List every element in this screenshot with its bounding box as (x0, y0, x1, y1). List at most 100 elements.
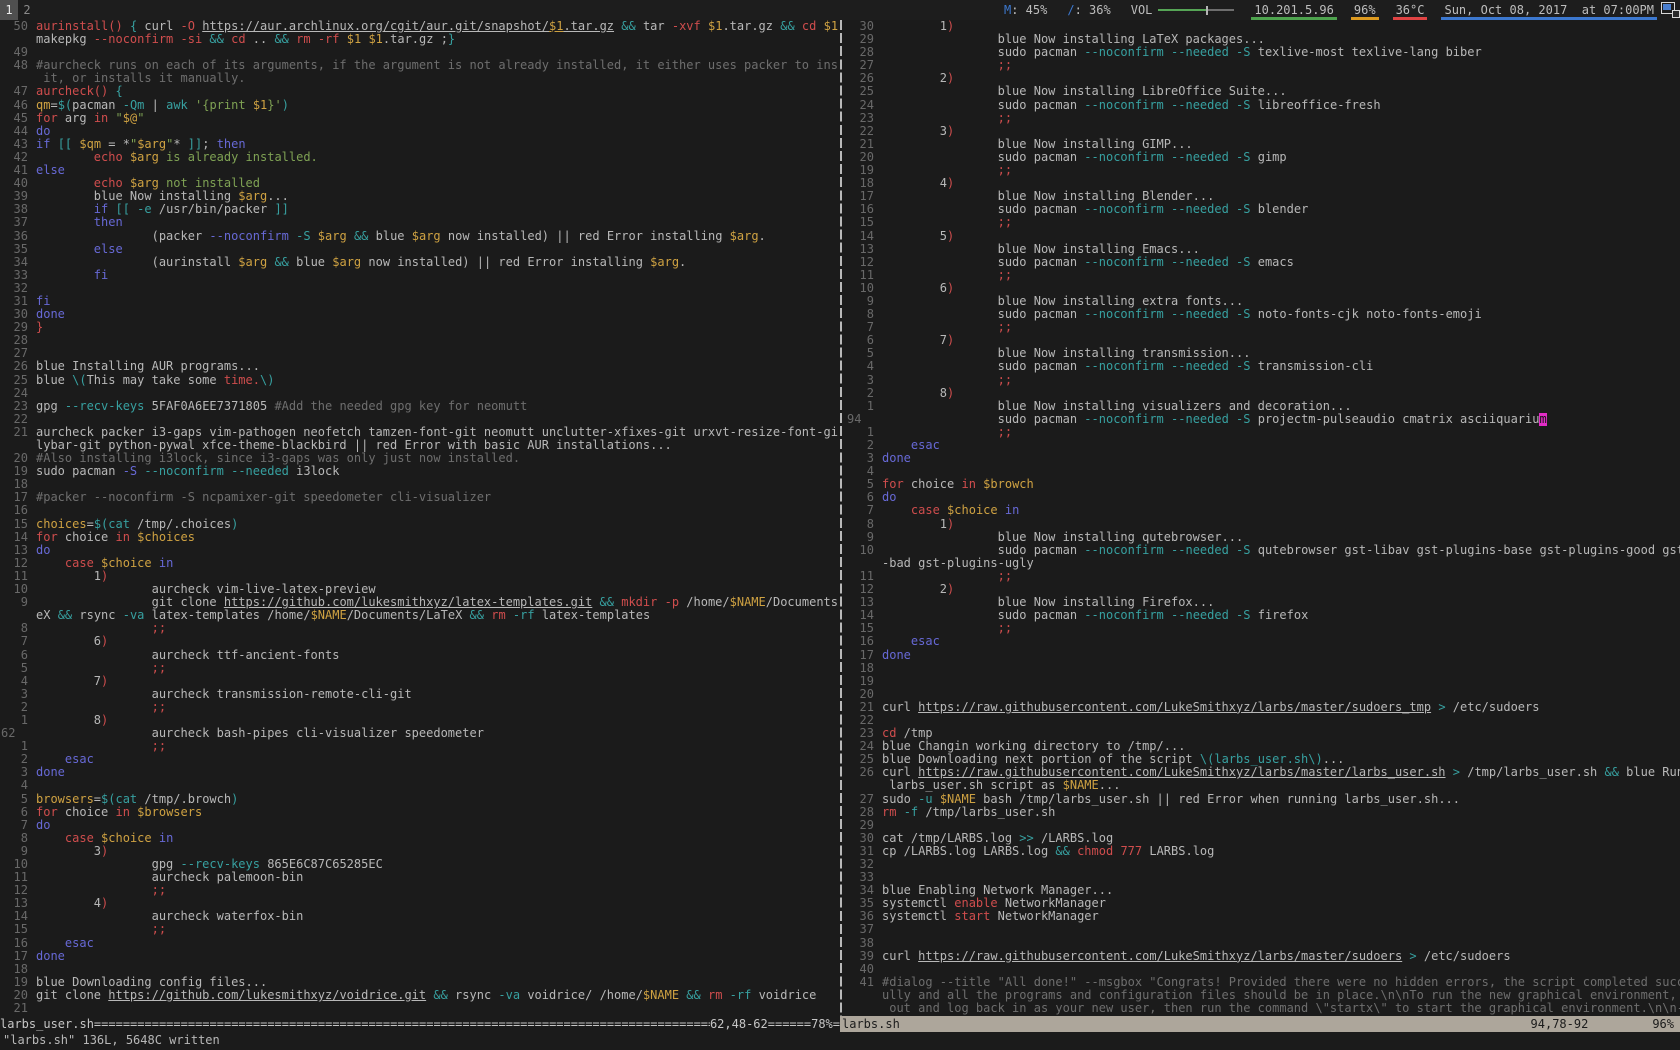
code-line[interactable]: 20 (846, 688, 1680, 701)
code-line[interactable]: 23cd /tmp (846, 727, 1680, 740)
code-line[interactable]: 6do (846, 491, 1680, 504)
code-line[interactable]: 41else (0, 164, 838, 177)
code-line[interactable]: 6 aurcheck ttf-ancient-fonts (0, 649, 838, 662)
code-line[interactable]: 37 (846, 923, 1680, 936)
code-line[interactable]: 22 3) (846, 125, 1680, 138)
code-line[interactable]: 5 ;; (0, 662, 838, 675)
code-line[interactable]: 17done (846, 649, 1680, 662)
code-line[interactable]: 10 sudo pacman --noconfirm --needed -S q… (846, 544, 1680, 557)
code-line[interactable]: 20#Also installing i3lock, since i3-gaps… (0, 452, 838, 465)
code-line[interactable]: 2 ;; (0, 701, 838, 714)
systray-icon[interactable] (1661, 2, 1680, 18)
code-line[interactable]: 7 ;; (846, 321, 1680, 334)
code-line[interactable]: 44do (0, 125, 838, 138)
code-line[interactable]: 33 fi (0, 269, 838, 282)
code-line[interactable]: 3done (0, 766, 838, 779)
code-line[interactable]: 35 else (0, 243, 838, 256)
code-line[interactable]: 40 (846, 963, 1680, 976)
code-line[interactable]: 19sudo pacman -S --noconfirm --needed i3… (0, 465, 838, 478)
code-line[interactable]: lybar-git python-pywal xfce-theme-blackb… (0, 439, 838, 452)
code-line[interactable]: 4 (0, 779, 838, 792)
code-line[interactable]: 9 3) (0, 845, 838, 858)
code-line[interactable]: 8 sudo pacman --noconfirm --needed -S no… (846, 308, 1680, 321)
code-line[interactable]: 5 blue Now installing transmission... (846, 347, 1680, 360)
code-line[interactable]: 32 (846, 858, 1680, 871)
workspace-tag-2[interactable]: 2 (18, 0, 36, 20)
code-line[interactable]: 6for choice in $browsers (0, 806, 838, 819)
code-line[interactable]: 1 8) (0, 714, 838, 727)
code-line[interactable]: 32 (0, 282, 838, 295)
code-line[interactable]: 5browsers=$(cat /tmp/.browch) (0, 793, 838, 806)
workspace-tag-1[interactable]: 1 (0, 0, 18, 20)
code-line[interactable]: 4 7) (0, 675, 838, 688)
code-line[interactable]: 6 7) (846, 334, 1680, 347)
code-line[interactable]: 7 case $choice in (846, 504, 1680, 517)
code-line[interactable]: 18 (0, 478, 838, 491)
code-line[interactable]: 25 blue Now installing LibreOffice Suite… (846, 85, 1680, 98)
code-line[interactable]: 38 if [[ -e /usr/bin/packer ]] (0, 203, 838, 216)
code-line[interactable]: 35systemctl enable NetworkManager (846, 897, 1680, 910)
code-line[interactable]: 7do (0, 819, 838, 832)
code-line[interactable]: 9 git clone https://github.com/lukesmith… (0, 596, 838, 609)
code-line[interactable]: 36 (packer --noconfirm -S $arg && blue $… (0, 230, 838, 243)
code-line[interactable]: 11 ;; (846, 269, 1680, 282)
code-line[interactable]: 12 ;; (0, 884, 838, 897)
code-line[interactable]: 25blue Downloading next portion of the s… (846, 753, 1680, 766)
code-line[interactable]: 18 (0, 963, 838, 976)
code-line[interactable]: 12 sudo pacman --noconfirm --needed -S e… (846, 256, 1680, 269)
code-line[interactable]: 10 6) (846, 282, 1680, 295)
code-line[interactable]: 45for arg in "$@" (0, 112, 838, 125)
code-line[interactable]: 34blue Enabling Network Manager... (846, 884, 1680, 897)
code-line[interactable]: 27 ;; (846, 59, 1680, 72)
code-line[interactable]: 34 (aurinstall $arg && blue $arg now ins… (0, 256, 838, 269)
code-line-cursor[interactable]: 62 aurcheck bash-pipes cli-visualizer sp… (0, 727, 838, 740)
code-line[interactable]: 39curl https://raw.githubusercontent.com… (846, 950, 1680, 963)
code-line[interactable]: 28 (0, 334, 838, 347)
code-line[interactable]: 31fi (0, 295, 838, 308)
code-line[interactable]: 48#aurcheck runs on each of its argument… (0, 59, 838, 72)
code-line[interactable]: 25blue \(This may take some time.\) (0, 374, 838, 387)
code-line[interactable]: 15 ;; (0, 923, 838, 936)
code-line[interactable]: 29 blue Now installing LaTeX packages... (846, 33, 1680, 46)
code-line[interactable]: 17 blue Now installing Blender... (846, 190, 1680, 203)
code-line[interactable]: 1 ;; (0, 740, 838, 753)
code-line[interactable]: 16 (0, 504, 838, 517)
code-line[interactable]: 27sudo -u $NAME bash /tmp/larbs_user.sh … (846, 793, 1680, 806)
code-line[interactable]: 18 (846, 662, 1680, 675)
code-line[interactable]: 3done (846, 452, 1680, 465)
code-line[interactable]: out and log back in as your new user, th… (846, 1002, 1680, 1015)
volume-slider[interactable] (1158, 6, 1234, 15)
code-line[interactable]: makepkg --noconfirm -si && cd .. && rm -… (0, 33, 838, 46)
code-line[interactable]: 2 esac (846, 439, 1680, 452)
code-line[interactable]: 9 blue Now installing qutebrowser... (846, 531, 1680, 544)
code-line[interactable]: 15choices=$(cat /tmp/.choices) (0, 518, 838, 531)
code-line[interactable]: 33 (846, 871, 1680, 884)
code-line[interactable]: 21aurcheck packer i3-gaps vim-pathogen n… (0, 426, 838, 439)
code-line[interactable]: 7 6) (0, 635, 838, 648)
code-line[interactable]: 16 esac (846, 635, 1680, 648)
code-line[interactable]: 4 sudo pacman --noconfirm --needed -S tr… (846, 360, 1680, 373)
code-line[interactable]: 14 5) (846, 230, 1680, 243)
code-line[interactable]: 14 sudo pacman --noconfirm --needed -S f… (846, 609, 1680, 622)
code-line[interactable]: 12 case $choice in (0, 557, 838, 570)
code-line[interactable]: 8 ;; (0, 622, 838, 635)
code-line[interactable]: 40 echo $arg not installed (0, 177, 838, 190)
code-line[interactable]: 47aurcheck() { (0, 85, 838, 98)
code-line[interactable]: 4 (846, 465, 1680, 478)
status-volume[interactable]: VOL (1131, 0, 1235, 20)
code-line[interactable]: 42 echo $arg is already installed. (0, 151, 838, 164)
code-line[interactable]: 30done (0, 308, 838, 321)
code-line[interactable]: 29} (0, 321, 838, 334)
code-line[interactable]: larbs_user.sh script as $NAME... (846, 779, 1680, 792)
code-line[interactable]: 12 2) (846, 583, 1680, 596)
code-line[interactable]: 24 sudo pacman --noconfirm --needed -S l… (846, 99, 1680, 112)
code-line[interactable]: 17done (0, 950, 838, 963)
code-line[interactable]: 30 1) (846, 20, 1680, 33)
code-line[interactable]: 11 ;; (846, 570, 1680, 583)
code-line[interactable]: 27 (0, 347, 838, 360)
code-line[interactable]: 20 sudo pacman --noconfirm --needed -S g… (846, 151, 1680, 164)
code-line[interactable]: eX && rsync -va latex-templates /home/$N… (0, 609, 838, 622)
code-line-cursor[interactable]: 94 sudo pacman --noconfirm --needed -S p… (846, 413, 1680, 426)
code-line[interactable]: 26blue Installing AUR programs... (0, 360, 838, 373)
code-line[interactable]: 2 esac (0, 753, 838, 766)
